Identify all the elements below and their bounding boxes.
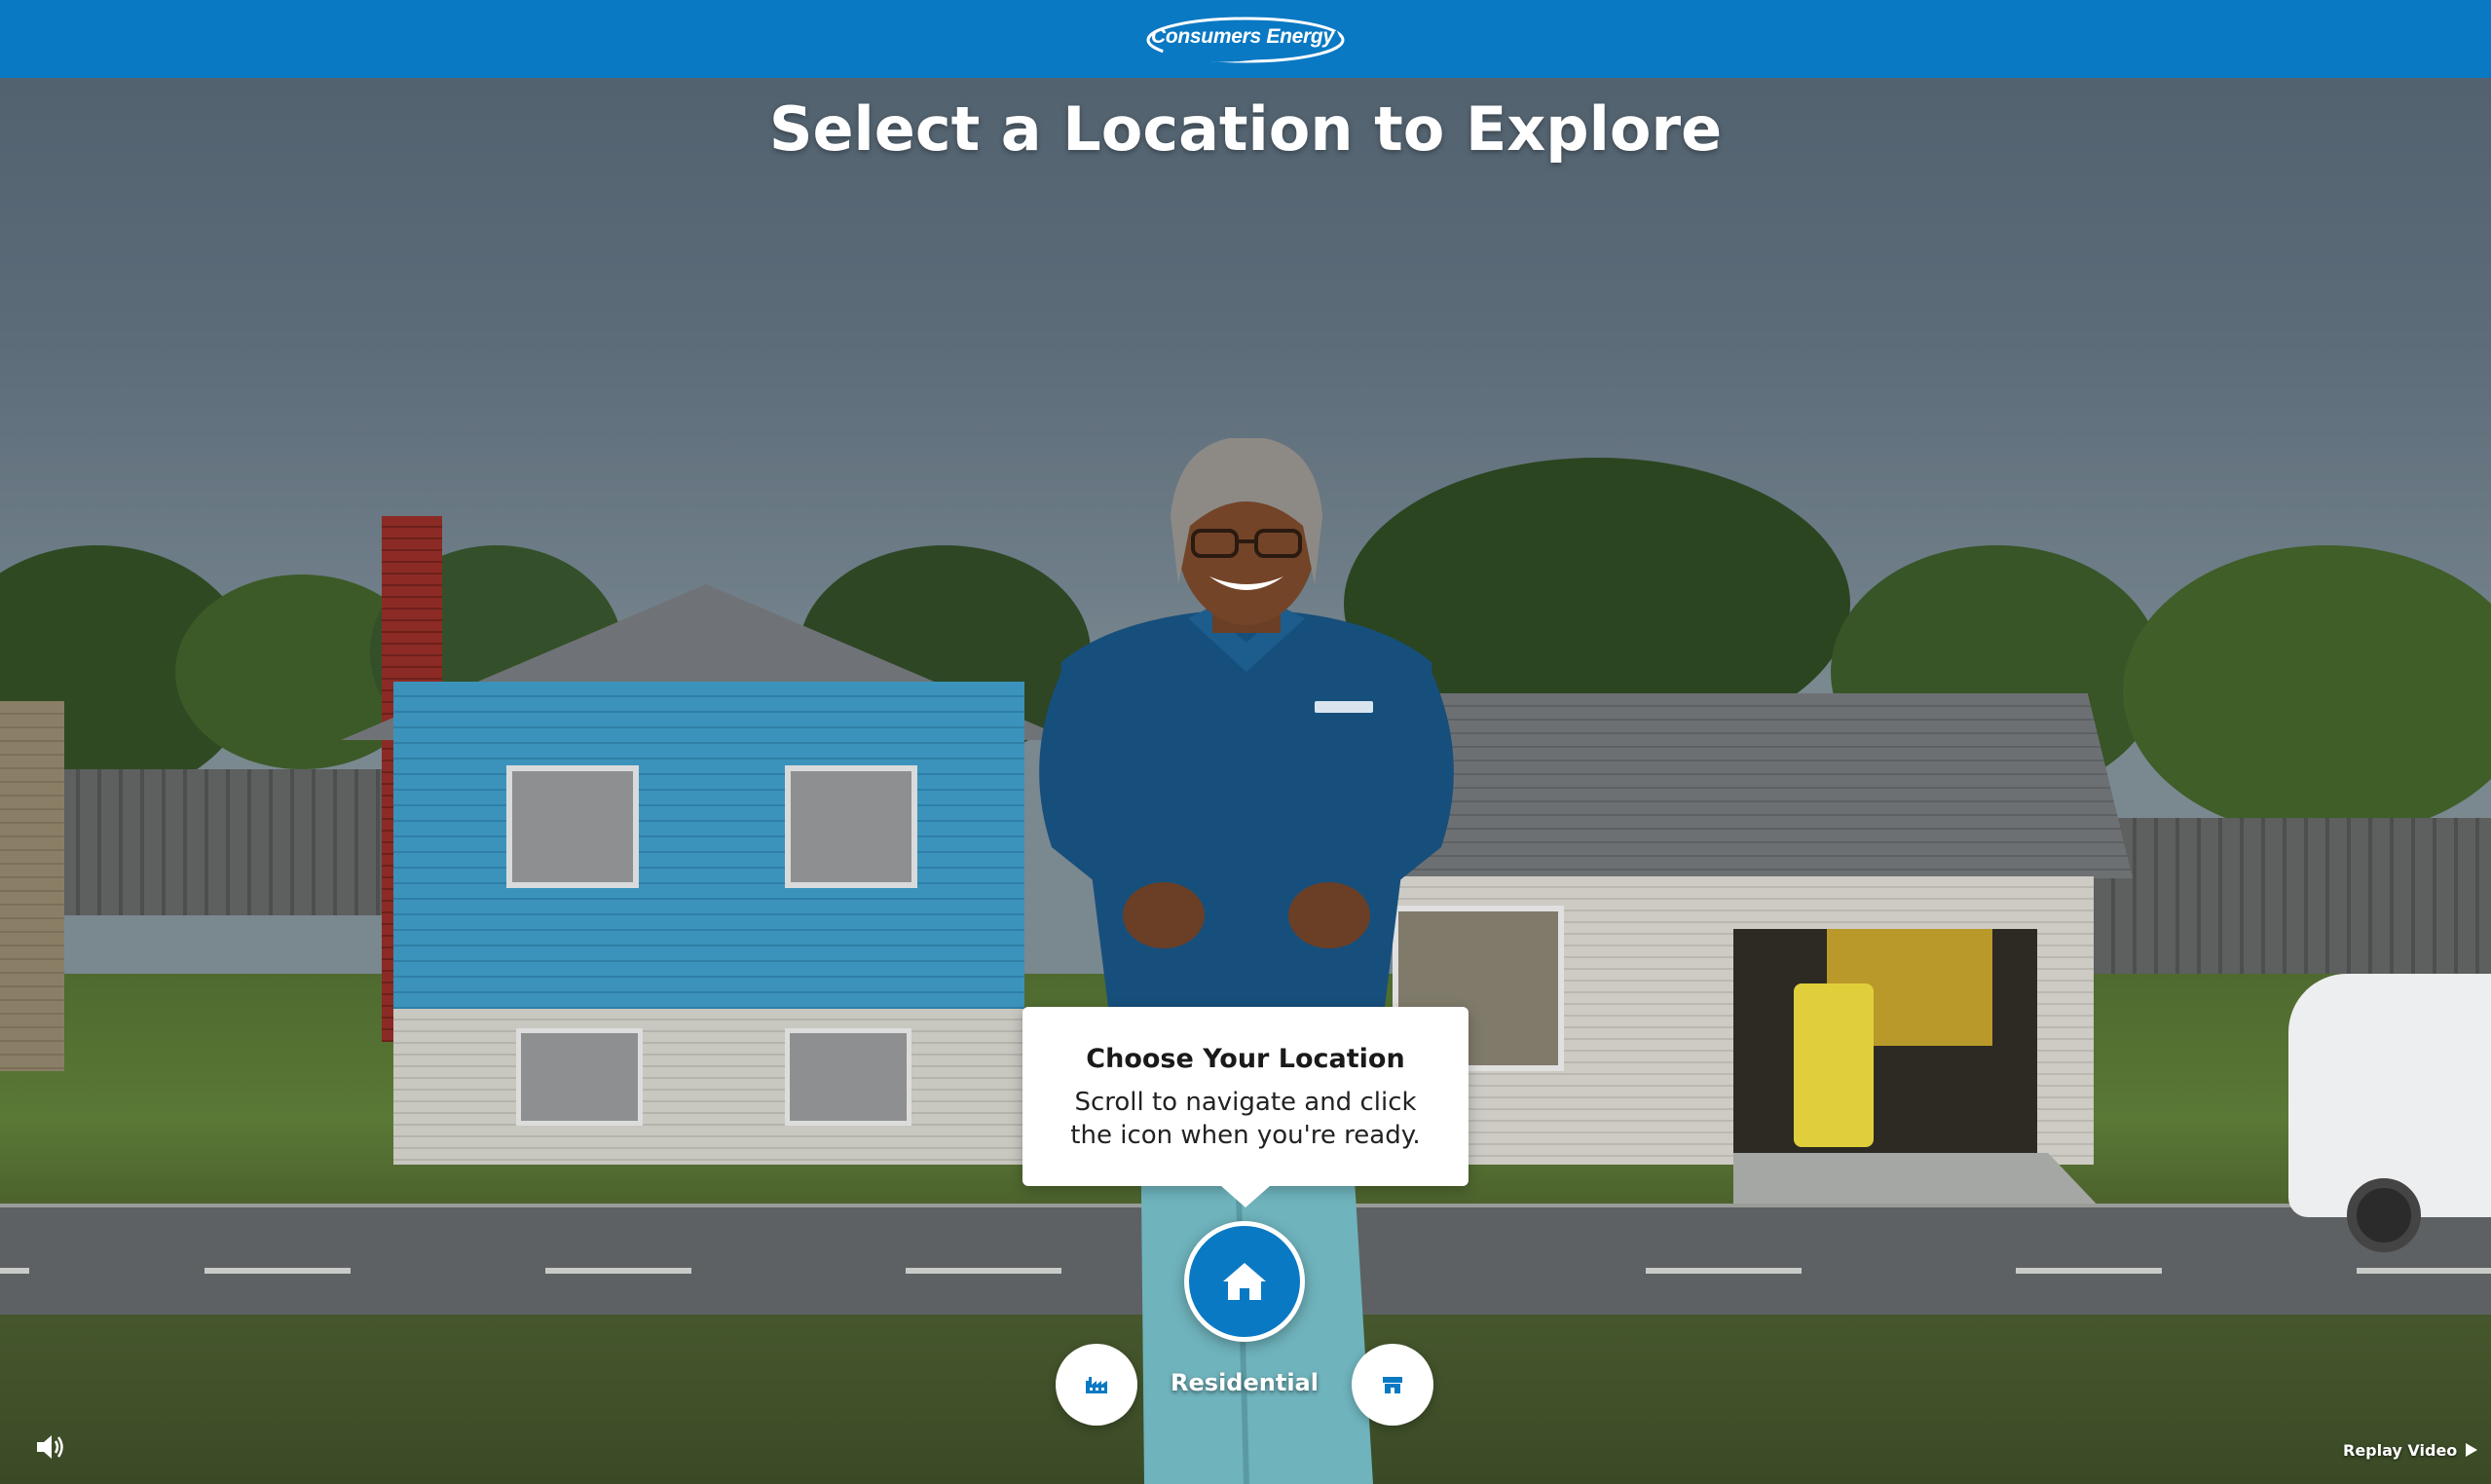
lane-marking bbox=[204, 1268, 351, 1274]
blue-house bbox=[393, 682, 1024, 1009]
replay-video-button[interactable]: Replay Video bbox=[2343, 1437, 2478, 1463]
tooltip-title: Choose Your Location bbox=[1086, 1044, 1405, 1074]
brand-name: Consumers Energy bbox=[1151, 25, 1334, 48]
storefront-icon bbox=[1383, 1377, 1402, 1393]
top-header-bar: Consumers Energy bbox=[0, 0, 2491, 78]
selected-location-label: Residential bbox=[1171, 1369, 1319, 1396]
lane-marking bbox=[0, 1268, 29, 1274]
van-wheel bbox=[2347, 1178, 2421, 1252]
location-button-industrial[interactable] bbox=[1056, 1344, 1137, 1426]
replay-video-label: Replay Video bbox=[2343, 1440, 2458, 1460]
house-icon bbox=[1223, 1263, 1266, 1300]
location-selector-stage: Consumers Energy Select a Location to Ex… bbox=[0, 0, 2491, 1484]
background-tree bbox=[2123, 545, 2491, 837]
brand-logo[interactable]: Consumers Energy bbox=[1143, 14, 1348, 66]
play-icon bbox=[2466, 1443, 2478, 1457]
lane-marking bbox=[1646, 1268, 1802, 1274]
lane-marking bbox=[2357, 1268, 2491, 1274]
fence bbox=[2094, 818, 2491, 983]
page-title: Select a Location to Explore bbox=[768, 93, 1723, 165]
volume-button[interactable] bbox=[35, 1433, 66, 1461]
location-button-residential[interactable] bbox=[1184, 1221, 1305, 1342]
driveway bbox=[1733, 1153, 2103, 1211]
lane-marking bbox=[2016, 1268, 2162, 1274]
instruction-tooltip: Choose Your Location Scroll to navigate … bbox=[1022, 1007, 1469, 1207]
neighbor-house bbox=[0, 701, 64, 1071]
speaker-icon bbox=[37, 1435, 63, 1459]
tooltip-body: Scroll to navigate and click the icon wh… bbox=[1070, 1088, 1421, 1150]
house-window bbox=[785, 1028, 911, 1126]
lane-marking bbox=[545, 1268, 691, 1274]
location-button-commercial[interactable] bbox=[1352, 1344, 1433, 1426]
refrigerator bbox=[1794, 983, 1874, 1147]
house-window bbox=[506, 765, 639, 888]
house-window bbox=[785, 765, 917, 888]
house-window bbox=[516, 1028, 643, 1126]
fence bbox=[58, 769, 390, 915]
factory-icon bbox=[1086, 1377, 1107, 1393]
